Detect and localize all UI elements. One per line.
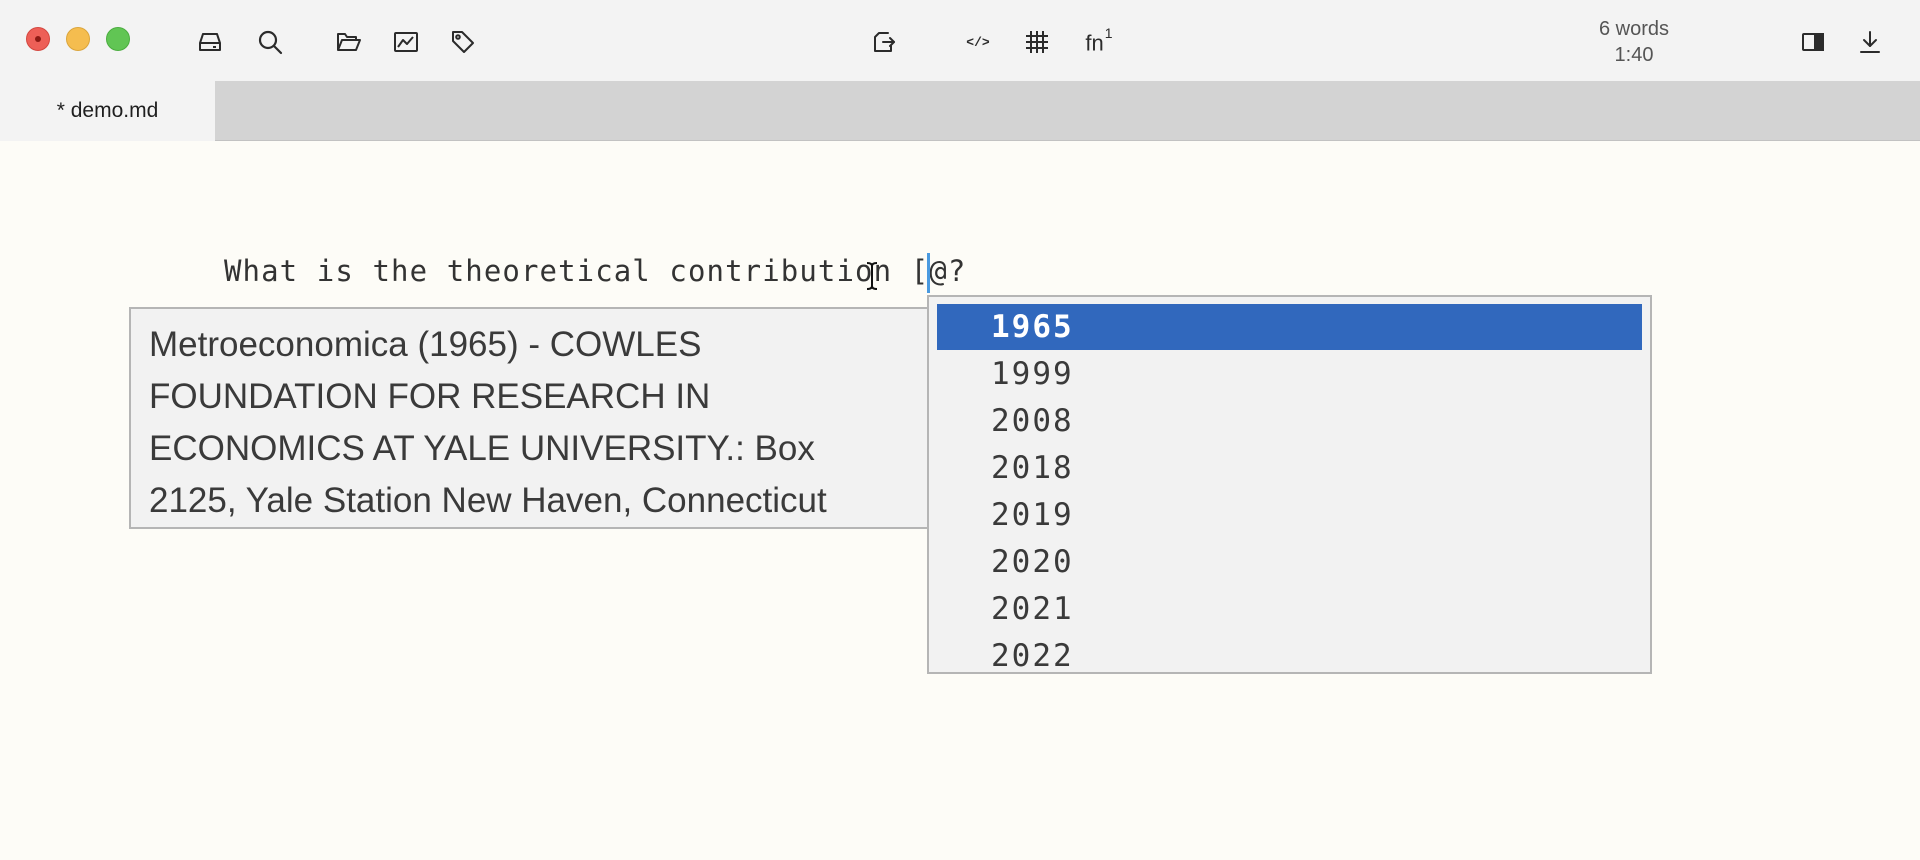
editor-text-line[interactable]: What is the theoretical contribution [@? xyxy=(224,254,966,288)
chart-icon xyxy=(394,32,418,52)
close-dot-icon xyxy=(35,36,41,42)
toolbar: </> fn1 6 words 1:40 xyxy=(0,0,1920,81)
tag-icon xyxy=(452,31,474,53)
open-folder-button[interactable] xyxy=(331,24,367,60)
autocomplete-item[interactable]: 1965 xyxy=(937,304,1642,350)
drive-button[interactable] xyxy=(192,24,228,60)
export-button[interactable] xyxy=(866,24,902,60)
minimize-window-button[interactable] xyxy=(66,27,90,51)
autocomplete-list[interactable]: 1965 1999 2008 2018 2019 2020 2021 2022 xyxy=(927,295,1652,674)
chart-button[interactable] xyxy=(388,24,424,60)
autocomplete-item[interactable]: 2008 xyxy=(937,398,1642,444)
folder-icon xyxy=(337,33,361,51)
close-window-button[interactable] xyxy=(26,27,50,51)
search-icon xyxy=(258,30,283,55)
tab-label: * demo.md xyxy=(56,99,159,122)
drive-icon xyxy=(199,33,221,51)
autocomplete-item[interactable]: 2020 xyxy=(937,539,1642,585)
text-caret xyxy=(927,253,930,293)
search-button[interactable] xyxy=(252,24,288,60)
tab-demo-md[interactable]: * demo.md xyxy=(0,81,215,141)
autocomplete-item[interactable]: 1999 xyxy=(937,351,1642,397)
code-icon: </> xyxy=(966,34,990,50)
export-icon xyxy=(874,32,895,52)
reading-time: 1:40 xyxy=(1614,44,1654,66)
footnote-icon: fn1 xyxy=(1085,26,1112,56)
sidebar-toggle-icon xyxy=(1802,33,1824,51)
ibeam-cursor-icon xyxy=(866,262,878,290)
autocomplete-item[interactable]: 2021 xyxy=(937,586,1642,632)
app-window: </> fn1 6 words 1:40 * demo.md What is t… xyxy=(0,0,1920,860)
document-stats: 6 words 1:40 xyxy=(1572,16,1696,68)
autocomplete-item[interactable]: 2022 xyxy=(937,633,1642,672)
autocomplete-item[interactable]: 2019 xyxy=(937,492,1642,538)
citation-info-popup: Metroeconomica (1965) - COWLES FOUNDATIO… xyxy=(129,307,929,529)
download-icon xyxy=(1860,31,1880,53)
autocomplete-item[interactable]: 2018 xyxy=(937,445,1642,491)
download-button[interactable] xyxy=(1852,24,1888,60)
tab-bar: * demo.md xyxy=(0,81,1920,141)
table-button[interactable] xyxy=(1018,24,1054,60)
table-icon xyxy=(1026,31,1048,53)
code-button[interactable]: </> xyxy=(960,24,996,60)
word-count: 6 words xyxy=(1598,18,1670,40)
footnote-sup: 1 xyxy=(1104,24,1113,41)
editor-area[interactable]: What is the theoretical contribution [@?… xyxy=(0,141,1920,860)
maximize-window-button[interactable] xyxy=(106,27,130,51)
footnote-label: fn xyxy=(1085,30,1104,56)
sidebar-toggle-button[interactable] xyxy=(1795,24,1831,60)
footnote-button[interactable]: fn1 xyxy=(1076,24,1122,60)
tag-button[interactable] xyxy=(445,24,481,60)
